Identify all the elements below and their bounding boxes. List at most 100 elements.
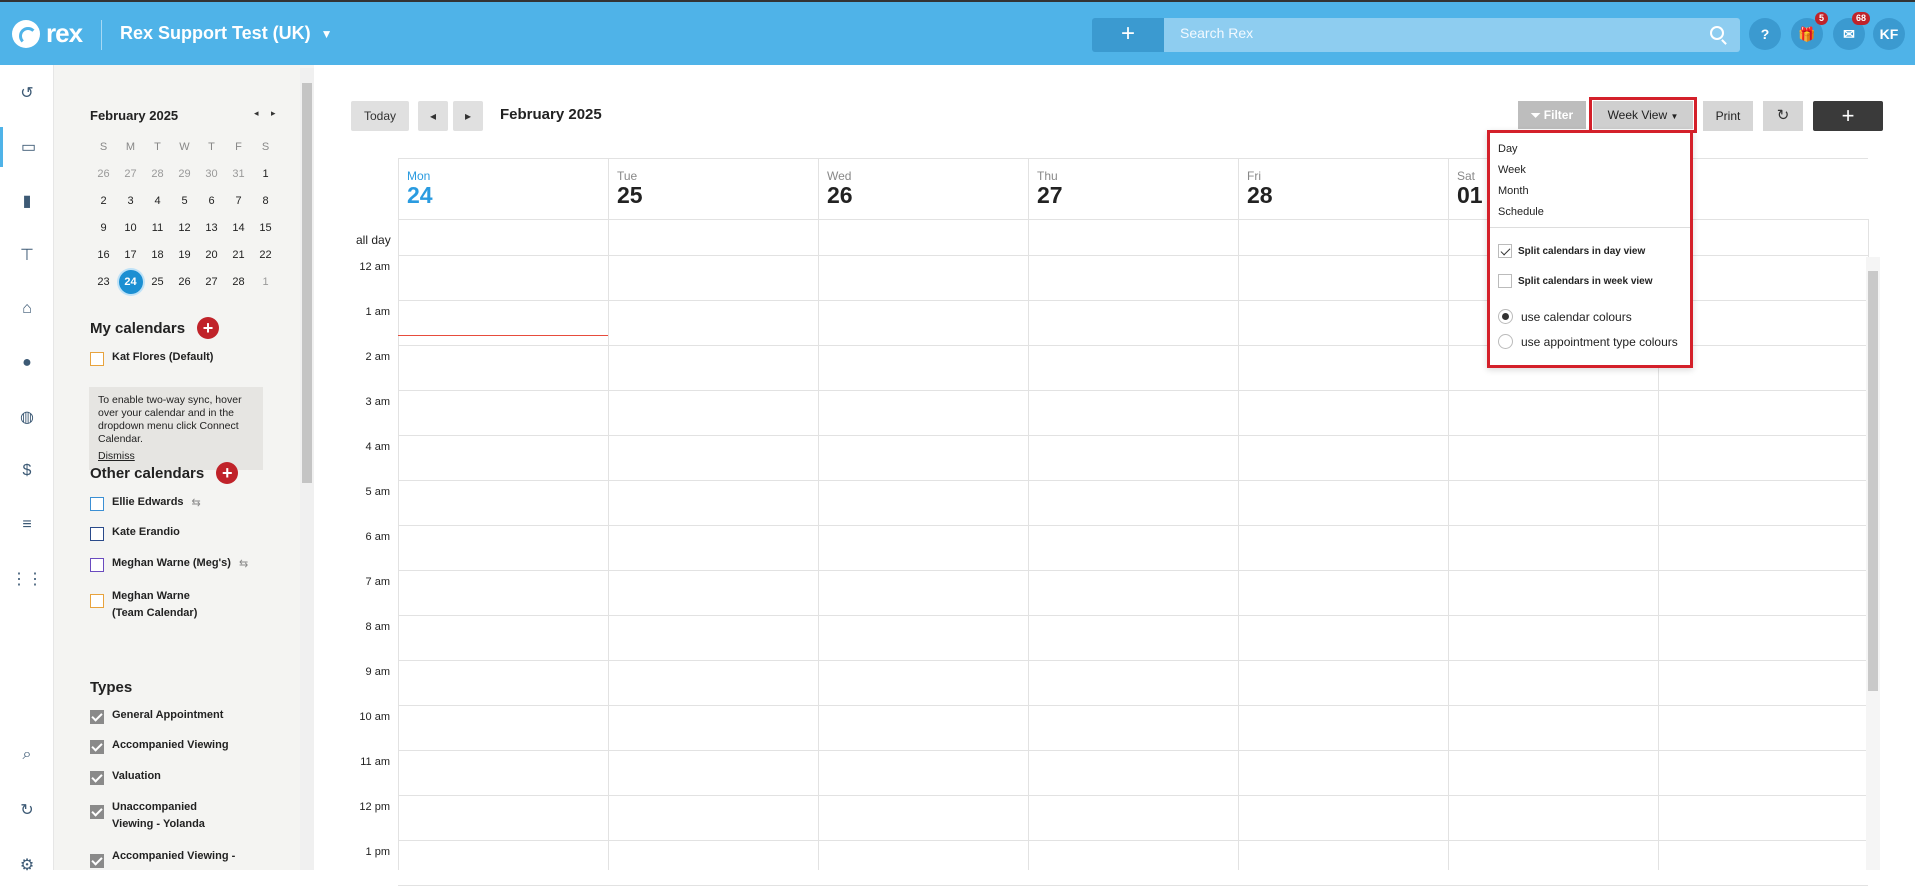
- split-week-checkbox[interactable]: [1498, 274, 1512, 288]
- print-button[interactable]: Print: [1703, 101, 1753, 131]
- mini-day[interactable]: 2: [90, 195, 117, 207]
- mini-day[interactable]: 27: [117, 168, 144, 180]
- mini-day[interactable]: 16: [90, 249, 117, 261]
- mini-day[interactable]: 23: [90, 276, 117, 288]
- rail-contacts-icon[interactable]: ●: [0, 343, 54, 383]
- rail-lists-icon[interactable]: ≡: [0, 505, 54, 545]
- type-checkbox[interactable]: [90, 771, 104, 785]
- rail-reports-icon[interactable]: ▮: [0, 181, 54, 221]
- next-week-button[interactable]: ▸: [453, 101, 483, 131]
- refresh-button[interactable]: ↻: [1763, 101, 1803, 131]
- mini-day[interactable]: 4: [144, 195, 171, 207]
- mini-day[interactable]: 20: [198, 249, 225, 261]
- new-appointment-button[interactable]: +: [1813, 101, 1883, 131]
- mini-day[interactable]: 8: [252, 195, 279, 207]
- mini-day[interactable]: 5: [171, 195, 198, 207]
- calendar-item-kate-erandio[interactable]: Kate Erandio: [90, 526, 180, 541]
- add-other-calendar-button[interactable]: +: [216, 462, 239, 484]
- mini-day[interactable]: 9: [90, 222, 117, 234]
- split-day-option[interactable]: Split calendars in day view: [1498, 244, 1645, 258]
- mini-day[interactable]: 11: [144, 222, 171, 234]
- mini-prev-month[interactable]: ◂: [254, 108, 259, 119]
- calendar-checkbox[interactable]: [90, 558, 104, 572]
- rail-apps-icon[interactable]: ⋮⋮: [0, 559, 54, 599]
- add-my-calendar-button[interactable]: +: [197, 317, 220, 339]
- rail-search-icon[interactable]: ⌕: [0, 735, 54, 775]
- rail-dashboard-icon[interactable]: ↺: [0, 73, 54, 113]
- calendar-item-ellie-edwards[interactable]: Ellie Edwards ⇆: [90, 496, 201, 511]
- mini-day[interactable]: 19: [171, 249, 198, 261]
- calendar-checkbox[interactable]: [90, 527, 104, 541]
- mini-day[interactable]: 14: [225, 222, 252, 234]
- calendar-checkbox[interactable]: [90, 352, 104, 366]
- type-item[interactable]: Accompanied Viewing -: [90, 848, 240, 868]
- day-header[interactable]: Thu 27: [1028, 158, 1238, 219]
- filter-button[interactable]: ⏷ Filter: [1518, 101, 1586, 129]
- week-view-dropdown[interactable]: Week View ▼: [1589, 97, 1697, 133]
- mini-day[interactable]: 29: [171, 168, 198, 180]
- mini-next-month[interactable]: ▸: [271, 108, 276, 119]
- sidebar-scroll-thumb[interactable]: [302, 83, 312, 483]
- grid-scroll-thumb[interactable]: [1868, 271, 1878, 691]
- type-item[interactable]: Unaccompanied Viewing - Yolanda: [90, 799, 240, 833]
- rail-properties-icon[interactable]: ⌂: [0, 289, 54, 329]
- mini-day[interactable]: 12: [171, 222, 198, 234]
- type-checkbox[interactable]: [90, 740, 104, 754]
- calendar-checkbox[interactable]: [90, 594, 104, 608]
- mini-day[interactable]: 27: [198, 276, 225, 288]
- appointment-colours-option[interactable]: use appointment type colours: [1498, 334, 1678, 349]
- calendar-colours-radio[interactable]: [1498, 309, 1513, 324]
- split-day-checkbox[interactable]: [1498, 244, 1512, 258]
- view-option-schedule[interactable]: Schedule: [1498, 206, 1544, 218]
- gift-button[interactable]: 🎁 5: [1791, 12, 1828, 50]
- mini-day[interactable]: 26: [171, 276, 198, 288]
- mini-day[interactable]: 21: [225, 249, 252, 261]
- mini-day[interactable]: 28: [225, 276, 252, 288]
- rail-settings-icon[interactable]: ⚙: [0, 845, 54, 885]
- mini-day[interactable]: 1: [252, 168, 279, 180]
- mini-day[interactable]: 3: [117, 195, 144, 207]
- calendar-item-kat-flores[interactable]: Kat Flores (Default): [90, 351, 213, 366]
- rail-leads-icon[interactable]: ◍: [0, 397, 54, 437]
- rex-logo[interactable]: rex: [12, 18, 83, 49]
- mini-day[interactable]: 15: [252, 222, 279, 234]
- mini-day-today[interactable]: 24: [117, 269, 144, 294]
- rail-calendar-icon[interactable]: ▭: [0, 127, 54, 167]
- calendar-checkbox[interactable]: [90, 497, 104, 511]
- rail-refresh-icon[interactable]: ↻: [0, 790, 54, 830]
- view-option-week[interactable]: Week: [1498, 164, 1526, 176]
- grid-scrollbar[interactable]: [1866, 257, 1880, 870]
- user-avatar[interactable]: KF: [1873, 18, 1905, 50]
- mini-day[interactable]: 13: [198, 222, 225, 234]
- mini-day[interactable]: 26: [90, 168, 117, 180]
- day-header[interactable]: Wed 26: [818, 158, 1028, 219]
- mini-day[interactable]: 18: [144, 249, 171, 261]
- mini-day[interactable]: 31: [225, 168, 252, 180]
- mini-day[interactable]: 7: [225, 195, 252, 207]
- search-icon[interactable]: [1710, 26, 1724, 40]
- type-item[interactable]: Accompanied Viewing: [90, 739, 229, 754]
- mini-day[interactable]: 22: [252, 249, 279, 261]
- type-checkbox[interactable]: [90, 854, 104, 868]
- mini-day[interactable]: 1: [252, 276, 279, 288]
- search-input[interactable]: [1180, 25, 1680, 41]
- day-header[interactable]: Tue 25: [608, 158, 818, 219]
- mini-day[interactable]: 25: [144, 276, 171, 288]
- rail-listings-icon[interactable]: ⊤: [0, 235, 54, 275]
- mini-day[interactable]: 6: [198, 195, 225, 207]
- mini-day[interactable]: 17: [117, 249, 144, 261]
- help-button[interactable]: ?: [1749, 18, 1781, 50]
- calendar-item-meghan-warne-team[interactable]: Meghan Warne (Team Calendar): [90, 588, 220, 622]
- mini-day[interactable]: 28: [144, 168, 171, 180]
- calendar-item-meghan-warne-megs[interactable]: Meghan Warne (Meg's) ⇆: [90, 557, 248, 572]
- type-checkbox[interactable]: [90, 710, 104, 724]
- prev-week-button[interactable]: ◂: [418, 101, 448, 131]
- type-item[interactable]: Valuation: [90, 770, 161, 785]
- day-header[interactable]: Fri 28: [1238, 158, 1448, 219]
- search-bar[interactable]: [1164, 18, 1740, 52]
- mini-day[interactable]: 10: [117, 222, 144, 234]
- type-item[interactable]: General Appointment: [90, 709, 223, 724]
- mini-day[interactable]: 30: [198, 168, 225, 180]
- quick-add-button[interactable]: +: [1092, 18, 1164, 52]
- appointment-colours-radio[interactable]: [1498, 334, 1513, 349]
